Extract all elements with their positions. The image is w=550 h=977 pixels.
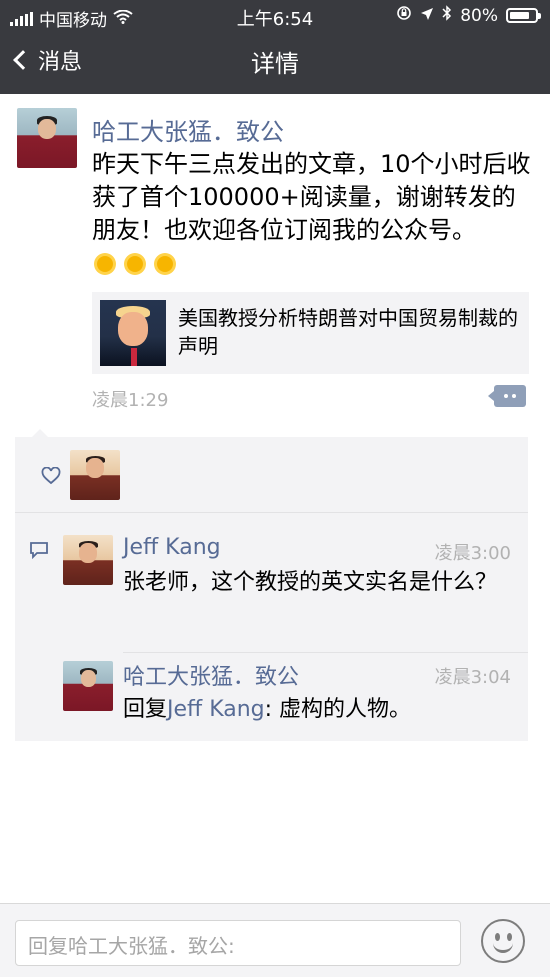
avatar-face (79, 543, 97, 563)
post-body: 昨天下午三点发出的文章，10个小时后收获了首个100000+阅读量，谢谢转发的朋… (92, 150, 531, 244)
reply-input[interactable]: 回复哈工大张猛．致公: (15, 920, 461, 966)
comment-author[interactable]: Jeff Kang (123, 535, 221, 560)
comment-time: 凌晨3:00 (434, 543, 511, 564)
reply-bar: 回复哈工大张猛．致公: (0, 903, 550, 977)
location-icon (420, 6, 434, 26)
comment-icon (29, 541, 49, 560)
battery-percent: 80% (460, 5, 498, 26)
like-avatar[interactable] (70, 450, 120, 500)
comment-text[interactable]: 回复Jeff Kang: 虚构的人物。 (123, 694, 513, 725)
author-avatar[interactable] (17, 108, 77, 168)
reply-to-name[interactable]: Jeff Kang (167, 697, 265, 722)
panel-caret (32, 429, 48, 437)
bluetooth-icon (442, 5, 452, 26)
post-author-name[interactable]: 哈工大张猛．致公 (92, 112, 284, 147)
eye (495, 933, 500, 941)
emoji-group (92, 251, 178, 277)
thumb-face (118, 312, 148, 346)
status-bar: 中国移动 上午6:54 80% (0, 0, 550, 32)
sun-icon (92, 251, 118, 277)
page-title: 详情 (251, 50, 299, 78)
nav-bar: 消息 详情 (0, 32, 550, 94)
comment-text[interactable]: 张老师，这个教授的英文实名是什么？ (123, 567, 513, 598)
divider (123, 652, 528, 653)
likes-row (15, 437, 528, 513)
dot (512, 394, 516, 398)
header: 中国移动 上午6:54 80% 消息 详情 (0, 0, 550, 94)
post-text: 昨天下午三点发出的文章，10个小时后收获了首个100000+阅读量，谢谢转发的朋… (92, 148, 537, 280)
heart-icon (41, 466, 61, 485)
avatar-face (80, 670, 96, 687)
comment-author[interactable]: 哈工大张猛．致公 (123, 659, 299, 691)
battery-icon (506, 8, 541, 23)
article-thumbnail (100, 300, 166, 366)
thumb-tie (131, 348, 137, 366)
status-right: 80% (396, 5, 541, 26)
reply-colon: : (264, 697, 280, 722)
mouth (493, 943, 513, 953)
emoji-button[interactable] (481, 919, 525, 963)
eye (507, 933, 512, 941)
avatar-face (38, 118, 56, 140)
sun-icon (122, 251, 148, 277)
comment-time: 凌晨3:04 (434, 667, 511, 688)
battery-fill (510, 12, 529, 19)
post-time: 凌晨1:29 (92, 390, 169, 411)
reply-text: 虚构的人物。 (279, 697, 412, 722)
avatar-face (86, 458, 104, 478)
rotation-lock-icon (396, 5, 412, 26)
sun-icon (152, 251, 178, 277)
dot (504, 394, 508, 398)
shared-article-card[interactable]: 美国教授分析特朗普对中国贸易制裁的声明 (92, 292, 529, 374)
reply-prefix: 回复 (123, 697, 168, 722)
comment-avatar[interactable] (63, 535, 113, 585)
comment-avatar[interactable] (63, 661, 113, 711)
article-title: 美国教授分析特朗普对中国贸易制裁的声明 (178, 306, 518, 358)
interactions-panel: Jeff Kang 凌晨3:00 张老师，这个教授的英文实名是什么？ 哈工大张猛… (15, 437, 528, 741)
more-actions-button[interactable] (488, 385, 526, 407)
